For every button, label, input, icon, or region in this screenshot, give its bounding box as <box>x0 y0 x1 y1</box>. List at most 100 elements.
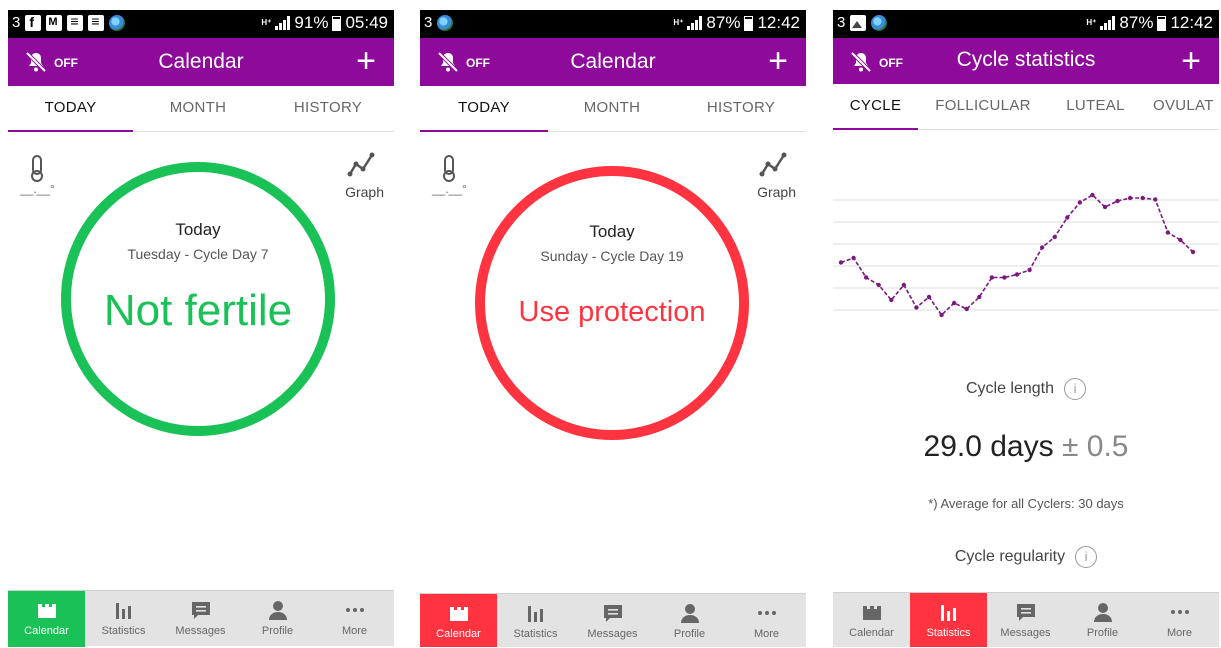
calendar-icon <box>449 605 468 621</box>
phone-screen-calendar-protection: 3 H⁺ 87% 12:42 OFF Calendar + TODAY MONT… <box>420 10 806 647</box>
person-icon <box>1093 603 1112 622</box>
thermometer-icon[interactable] <box>436 154 462 204</box>
temperature-value[interactable]: __.__° <box>432 182 467 196</box>
nav-profile[interactable]: Profile <box>651 594 728 647</box>
tab-month[interactable]: MONTH <box>133 86 263 132</box>
tab-history[interactable]: HISTORY <box>676 86 806 132</box>
more-dots-icon <box>1170 610 1189 614</box>
tab-month[interactable]: MONTH <box>548 86 676 132</box>
cycle-regularity-label: Cycle regularity i <box>833 546 1219 568</box>
page-title: Calendar <box>158 50 244 73</box>
chart-point <box>863 275 869 280</box>
graph-icon[interactable] <box>758 150 788 180</box>
page-title: Cycle statistics <box>956 48 1096 71</box>
chart-point <box>939 312 944 318</box>
chart-point <box>876 282 881 288</box>
tab-today[interactable]: TODAY <box>420 86 548 132</box>
tab-luteal[interactable]: LUTEAL <box>1053 84 1138 130</box>
bottom-nav: Calendar Statistics Messages Profile Mor… <box>833 592 1219 647</box>
signal-icon <box>687 16 703 30</box>
network-indicator: 3 <box>837 14 846 31</box>
thermometer-icon[interactable] <box>24 154 50 204</box>
chart-point <box>977 294 982 300</box>
person-icon <box>268 601 287 620</box>
phone-screen-calendar-today: 3 H⁺ 91% 05:49 OFF Calendar + TODAY MONT… <box>8 10 394 647</box>
nav-label: Calendar <box>849 627 894 639</box>
cycle-temperature-chart[interactable] <box>833 160 1219 340</box>
ring-today-label: Today <box>589 222 635 241</box>
graph-icon[interactable] <box>346 150 376 180</box>
nav-messages[interactable]: Messages <box>987 593 1064 647</box>
chart-point <box>1090 192 1095 198</box>
graph-label[interactable]: Graph <box>757 184 796 200</box>
graph-label[interactable]: Graph <box>345 184 384 200</box>
chart-point <box>1127 195 1133 201</box>
tab-bar: TODAY MONTH HISTORY <box>8 86 394 132</box>
nav-label: Calendar <box>436 628 481 640</box>
chart-point <box>951 300 957 306</box>
signal-icon <box>1100 16 1116 30</box>
hplus-icon: H⁺ <box>673 18 684 27</box>
chart-point <box>1102 204 1108 210</box>
nav-label: Messages <box>587 628 638 640</box>
gmail-icon <box>46 14 63 31</box>
nav-calendar[interactable]: Calendar <box>833 593 910 647</box>
bar-chart-icon <box>115 603 131 619</box>
tab-history[interactable]: HISTORY <box>263 86 393 132</box>
tab-follicular[interactable]: FOLLICULAR <box>928 84 1038 130</box>
chart-point <box>1027 267 1032 273</box>
app-bar: OFF Calendar + <box>420 38 806 86</box>
add-button[interactable]: + <box>356 42 376 80</box>
nav-profile[interactable]: Profile <box>239 591 316 647</box>
tab-cycle[interactable]: CYCLE <box>833 84 918 130</box>
bottom-nav: Calendar Statistics Messages Profile Mor… <box>420 593 806 647</box>
nav-profile[interactable]: Profile <box>1064 593 1141 647</box>
nav-label: Statistics <box>101 625 146 637</box>
nav-messages[interactable]: Messages <box>574 594 651 647</box>
globe-icon <box>109 14 126 31</box>
nav-label: Messages <box>1000 627 1051 639</box>
nav-more[interactable]: More <box>1141 593 1218 647</box>
nav-label: More <box>1166 627 1193 639</box>
nav-label: Profile <box>1086 627 1119 639</box>
more-dots-icon <box>757 611 776 615</box>
nav-calendar[interactable]: Calendar <box>8 591 85 647</box>
battery-icon <box>744 15 754 31</box>
temperature-value[interactable]: __.__° <box>20 182 55 196</box>
nav-label: Calendar <box>24 625 69 637</box>
info-icon[interactable]: i <box>1075 546 1098 568</box>
add-button[interactable]: + <box>1181 42 1201 80</box>
nav-more[interactable]: More <box>316 591 393 647</box>
fertility-ring[interactable]: Today Tuesday - Cycle Day 7 Not fertile <box>61 162 335 436</box>
tab-today[interactable]: TODAY <box>8 86 133 132</box>
chart-point <box>889 297 894 303</box>
chart-point <box>989 275 995 280</box>
nav-statistics[interactable]: Statistics <box>910 593 987 647</box>
fertility-ring[interactable]: Today Sunday - Cycle Day 19 Use protecti… <box>475 166 749 440</box>
calendar-icon <box>37 602 56 618</box>
status-bar: 3 H⁺ 91% 05:49 <box>8 10 394 38</box>
cycle-length-label: Cycle length i <box>833 378 1219 400</box>
chart-point <box>1153 197 1158 202</box>
clock: 12:42 <box>1170 13 1213 32</box>
hplus-icon: H⁺ <box>1086 18 1097 27</box>
notes-icon <box>88 13 105 31</box>
chart-series-line <box>840 194 1194 317</box>
chart-point <box>1190 249 1196 255</box>
nav-label: Profile <box>673 628 706 640</box>
globe-icon <box>437 14 454 31</box>
nav-more[interactable]: More <box>728 594 805 647</box>
tab-ovulation[interactable]: OVULAT <box>1153 84 1219 130</box>
chart-point <box>851 255 856 261</box>
nav-statistics[interactable]: Statistics <box>85 591 162 647</box>
fertility-status: Use protection <box>518 296 706 328</box>
chart-point <box>1115 198 1120 204</box>
add-button[interactable]: + <box>768 42 788 80</box>
nav-statistics[interactable]: Statistics <box>497 594 574 647</box>
nav-messages[interactable]: Messages <box>162 591 239 647</box>
ring-cycle-day: Sunday - Cycle Day 19 <box>540 248 684 264</box>
nav-calendar[interactable]: Calendar <box>420 594 497 647</box>
battery-percent: 87% <box>1119 13 1154 32</box>
info-icon[interactable]: i <box>1064 378 1087 400</box>
more-dots-icon <box>345 608 364 612</box>
